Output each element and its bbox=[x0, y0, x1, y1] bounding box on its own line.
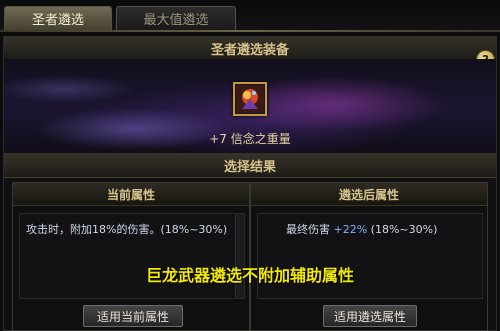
equip-section-title: 圣者遴选装备 bbox=[210, 42, 289, 58]
after-attributes-panel: 遴选后属性 最终伤害 +22% (18%~30%) 适用遴选属性 bbox=[250, 182, 488, 331]
after-panel-title: 遴选后属性 bbox=[251, 183, 487, 206]
tab-max-value-selection[interactable]: 最大值遴选 bbox=[116, 6, 236, 30]
result-section-title: 选择结果 bbox=[223, 159, 276, 175]
equip-section-header: 圣者遴选装备 bbox=[4, 37, 496, 60]
tab-saint-selection[interactable]: 圣者遴选 bbox=[4, 6, 112, 30]
current-stat-box: 攻击时，附加18%的伤害。(18%~30%) bbox=[19, 213, 245, 299]
item-slot[interactable] bbox=[233, 82, 267, 116]
item-name: +7 信念之重量 bbox=[209, 132, 291, 146]
current-stat-text: 攻击时，附加18%的伤害。(18%~30%) bbox=[26, 223, 228, 236]
result-section-header: 选择结果 bbox=[4, 153, 496, 178]
tab-divider bbox=[0, 30, 500, 32]
after-stat-label: 最终伤害 bbox=[286, 223, 330, 236]
apply-selected-button[interactable]: 适用遴选属性 bbox=[323, 305, 417, 327]
after-stat-row: 最终伤害 +22% (18%~30%) bbox=[286, 221, 437, 237]
after-stat-value: +22% bbox=[333, 223, 368, 236]
current-attributes-panel: 当前属性 攻击时，附加18%的伤害。(18%~30%) 适用当前属性 bbox=[12, 182, 250, 331]
after-stat-box: 最终伤害 +22% (18%~30%) bbox=[257, 213, 483, 299]
current-panel-title: 当前属性 bbox=[13, 183, 249, 206]
result-section-bar: 选择结果 bbox=[4, 153, 496, 178]
overlay-notice: 巨龙武器遴选不附加辅助属性 bbox=[145, 266, 354, 285]
after-stat-range: (18%~30%) bbox=[370, 223, 438, 236]
apply-current-button[interactable]: 适用当前属性 bbox=[83, 305, 183, 327]
staff-weapon-icon bbox=[236, 85, 264, 113]
